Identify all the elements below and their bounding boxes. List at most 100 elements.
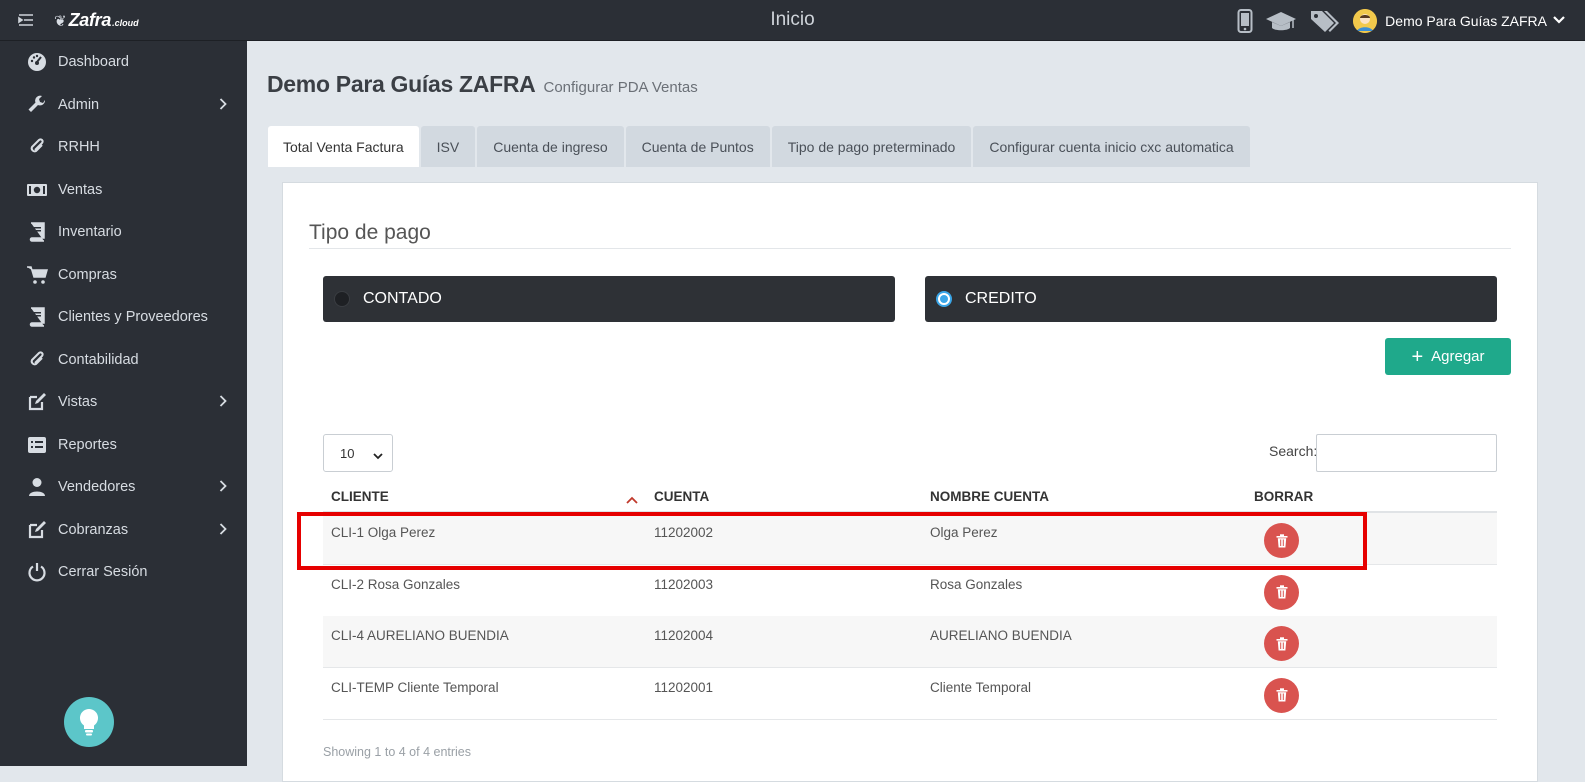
payment-option-label: CREDITO [965, 290, 1037, 307]
sidebar-item-label: Dashboard [58, 54, 129, 70]
sidebar-item-vistas[interactable]: Vistas [0, 382, 247, 422]
sidebar-item-compras[interactable]: Compras [0, 255, 247, 295]
page-subtitle: Configurar PDA Ventas [543, 79, 698, 96]
tab-configurar-cuenta-cxc[interactable]: Configurar cuenta inicio cxc automatica [973, 126, 1250, 167]
sort-ascending-icon[interactable] [626, 491, 638, 509]
table-row: CLI-4 AURELIANO BUENDIA 11202004 AURELIANO… [323, 616, 1497, 668]
radio-checked[interactable] [936, 291, 952, 307]
user-name: Demo Para Guías ZAFRA [1385, 12, 1547, 29]
cart-icon [26, 264, 48, 286]
payment-option-contado[interactable]: CONTADO [323, 276, 895, 322]
chevron-down-icon [373, 448, 383, 463]
add-button[interactable]: + Agregar [1385, 338, 1511, 375]
chevron-right-icon [219, 395, 227, 411]
column-header-borrar[interactable]: BORRAR [1254, 489, 1313, 504]
sidebar-item-cerrar-sesion[interactable]: Cerrar Sesión [0, 552, 247, 592]
tab-cuenta-ingreso[interactable]: Cuenta de ingreso [477, 126, 624, 167]
sidebar-item-ventas[interactable]: Ventas [0, 170, 247, 210]
page-length-select[interactable]: 10 [323, 434, 393, 472]
user-menu[interactable]: Demo Para Guías ZAFRA [1353, 8, 1565, 33]
sidebar-item-dashboard[interactable]: Dashboard [0, 42, 247, 82]
cell-cliente: CLI-TEMP Cliente Temporal [331, 679, 499, 695]
avatar [1353, 8, 1378, 33]
sidebar-item-vendedores[interactable]: Vendedores [0, 467, 247, 507]
brand-logo[interactable]: ❦ Zafra .cloud [54, 10, 139, 31]
sidebar-item-label: Cobranzas [58, 522, 129, 538]
leaf-icon: ❦ [54, 13, 67, 30]
tab-cuenta-puntos[interactable]: Cuenta de Puntos [625, 126, 770, 167]
divider [309, 248, 1511, 249]
sidebar-item-label: Compras [58, 267, 117, 283]
add-button-label: Agregar [1431, 348, 1485, 365]
delete-button[interactable] [1264, 574, 1299, 610]
tab-isv[interactable]: ISV [420, 126, 476, 167]
sidebar-item-label: Admin [58, 97, 100, 113]
mobile-icon[interactable] [1237, 8, 1253, 33]
sidebar-item-cobranzas[interactable]: Cobranzas [0, 510, 247, 550]
edit-icon [26, 519, 48, 541]
cell-nombre-cuenta: Rosa Gonzales [930, 576, 1023, 592]
sidebar-item-admin[interactable]: Admin [0, 85, 247, 125]
sidebar-item-inventario[interactable]: Inventario [0, 212, 247, 252]
tab-panel: Tipo de pago CONTADO CREDITO + Agregar 1… [282, 182, 1538, 782]
dashboard-icon [26, 51, 48, 73]
company-title: Demo Para Guías ZAFRA [267, 71, 536, 97]
top-bar: ❦ Zafra .cloud Inicio Demo Para Guías ZA… [0, 0, 1585, 41]
chevron-right-icon [219, 98, 227, 114]
paperclip-icon [26, 349, 48, 371]
chevron-right-icon [219, 523, 227, 539]
edit-icon [26, 391, 48, 413]
graduation-cap-icon[interactable] [1265, 10, 1297, 32]
brand-suffix: .cloud [112, 18, 139, 28]
sidebar-item-label: RRHH [58, 139, 100, 155]
sidebar-item-label: Clientes y Proveedores [58, 309, 208, 325]
cell-cliente: CLI-1 Olga Perez [331, 525, 436, 540]
cell-cuenta: 11202003 [654, 576, 714, 592]
lightbulb-icon[interactable] [64, 697, 114, 747]
sidebar-item-label: Vendedores [58, 479, 136, 495]
sidebar-item-label: Contabilidad [58, 352, 139, 368]
payment-option-credito[interactable]: CREDITO [925, 276, 1497, 322]
cell-cuenta: 11202001 [654, 679, 714, 695]
menu-toggle-icon[interactable] [18, 12, 34, 28]
trash-icon [1276, 636, 1288, 651]
book-icon [26, 221, 48, 243]
sidebar-item-label: Ventas [58, 182, 103, 198]
table-info: Showing 1 to 4 of 4 entries [323, 745, 472, 759]
tab-total-venta-factura[interactable]: Total Venta Factura [268, 126, 419, 167]
cell-cliente: CLI-2 Rosa Gonzales [331, 576, 461, 592]
main-content: Demo Para Guías ZAFRA Configurar PDA Ven… [247, 41, 1585, 782]
search-label: Search: [1269, 443, 1318, 459]
delete-button[interactable] [1264, 523, 1299, 558]
tab-bar: Total Venta Factura ISV Cuenta de ingres… [268, 126, 1252, 167]
paperclip-icon [26, 136, 48, 158]
sidebar-item-label: Reportes [58, 437, 117, 453]
sidebar: Dashboard Admin RRHH Ventas Inventario Compra… [0, 41, 247, 766]
payment-option-label: CONTADO [363, 290, 442, 307]
tags-icon[interactable] [1309, 9, 1341, 33]
brand-name: Zafra [68, 10, 112, 30]
cell-cliente: CLI-4 AURELIANO BUENDIA [331, 628, 509, 643]
cell-cuenta: 11202002 [654, 525, 714, 540]
cell-nombre-cuenta: AURELIANO BUENDIA [930, 628, 1072, 643]
chevron-down-icon [1553, 12, 1565, 30]
column-header-cliente[interactable]: CLIENTE [331, 489, 389, 504]
table-header: CLIENTE CUENTA NOMBRE CUENTA BORRAR [323, 483, 1497, 513]
radio-unchecked[interactable] [334, 291, 350, 307]
user-icon [26, 476, 48, 498]
sidebar-item-reportes[interactable]: Reportes [0, 425, 247, 465]
cell-nombre-cuenta: Cliente Temporal [930, 679, 1032, 695]
delete-button[interactable] [1264, 677, 1299, 713]
search-input[interactable] [1316, 434, 1497, 472]
wrench-icon [26, 94, 48, 116]
sidebar-item-contabilidad[interactable]: Contabilidad [0, 340, 247, 380]
delete-button[interactable] [1264, 626, 1299, 661]
table-row: CLI-TEMP Cliente Temporal 11202001 Cliente… [323, 668, 1497, 720]
sidebar-item-label: Vistas [58, 394, 98, 410]
sidebar-item-clientes-y-proveedores[interactable]: Clientes y Proveedores [0, 297, 247, 337]
column-header-nombre-cuenta[interactable]: NOMBRE CUENTA [930, 489, 1049, 504]
tab-tipo-pago-preterminado[interactable]: Tipo de pago preterminado [771, 126, 972, 167]
sidebar-item-rrhh[interactable]: RRHH [0, 127, 247, 167]
trash-icon [1276, 688, 1288, 702]
column-header-cuenta[interactable]: CUENTA [654, 489, 709, 504]
